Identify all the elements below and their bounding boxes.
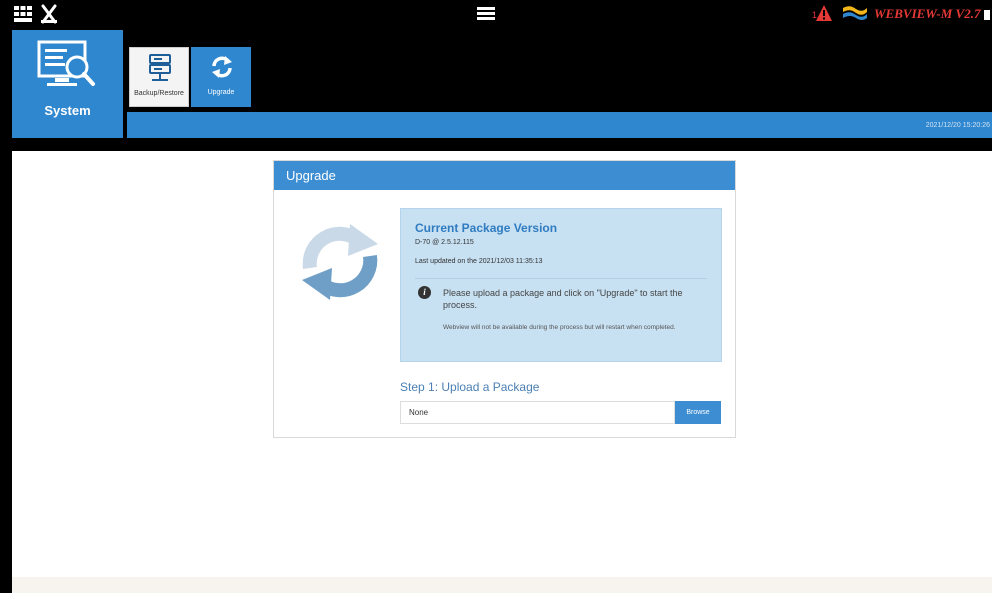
hamburger-menu-icon[interactable] bbox=[477, 7, 495, 21]
top-bar: 1 WEBVIEW-M V2.7 bbox=[0, 0, 992, 30]
system-label: System bbox=[44, 103, 91, 118]
server-icon bbox=[149, 54, 171, 81]
brand-flag-icon bbox=[843, 6, 867, 20]
current-package-title: Current Package Version bbox=[415, 221, 558, 235]
status-bar: 2021/12/20 15:20:26 bbox=[127, 112, 992, 138]
main-content: Upgrade Current Package Version D-70 @ 2… bbox=[12, 151, 992, 593]
step1-label: Step 1: Upload a Package bbox=[400, 380, 540, 394]
backup-restore-tile[interactable]: Backup/Restore bbox=[129, 47, 189, 107]
datetime: 2021/12/20 15:20:26 bbox=[925, 122, 990, 129]
upgrade-panel: Upgrade Current Package Version D-70 @ 2… bbox=[273, 160, 736, 438]
system-monitor-icon bbox=[37, 40, 95, 86]
overflow-icon[interactable] bbox=[984, 10, 990, 20]
availability-note: Webview will not be available during the… bbox=[443, 324, 676, 331]
grid-icon[interactable] bbox=[14, 6, 32, 22]
tools-icon[interactable] bbox=[40, 4, 58, 24]
file-name-field[interactable]: None bbox=[400, 401, 675, 424]
sync-icon bbox=[212, 56, 232, 78]
large-sync-icon bbox=[302, 224, 378, 300]
system-tile[interactable]: System bbox=[12, 30, 123, 138]
upload-instructions: Please upload a package and click on "Up… bbox=[443, 288, 683, 310]
brand-title: WEBVIEW-M V2.7 bbox=[874, 6, 981, 21]
last-updated: Last updated on the 2021/12/03 11:35:13 bbox=[415, 258, 543, 265]
panel-title: Upgrade bbox=[274, 161, 735, 190]
footer-strip bbox=[12, 577, 992, 593]
file-upload-row: None Browse bbox=[400, 401, 721, 424]
browse-button[interactable]: Browse bbox=[675, 401, 721, 424]
info-icon: i bbox=[418, 286, 431, 299]
package-version: D-70 @ 2.5.12.115 bbox=[415, 239, 474, 246]
divider bbox=[415, 278, 707, 279]
upgrade-tile[interactable]: Upgrade bbox=[191, 47, 251, 107]
upgrade-tile-label: Upgrade bbox=[207, 89, 235, 96]
alarm-icon[interactable] bbox=[815, 4, 833, 22]
backup-restore-label: Backup/Restore bbox=[134, 90, 184, 97]
current-package-box: Current Package Version D-70 @ 2.5.12.11… bbox=[400, 208, 722, 362]
